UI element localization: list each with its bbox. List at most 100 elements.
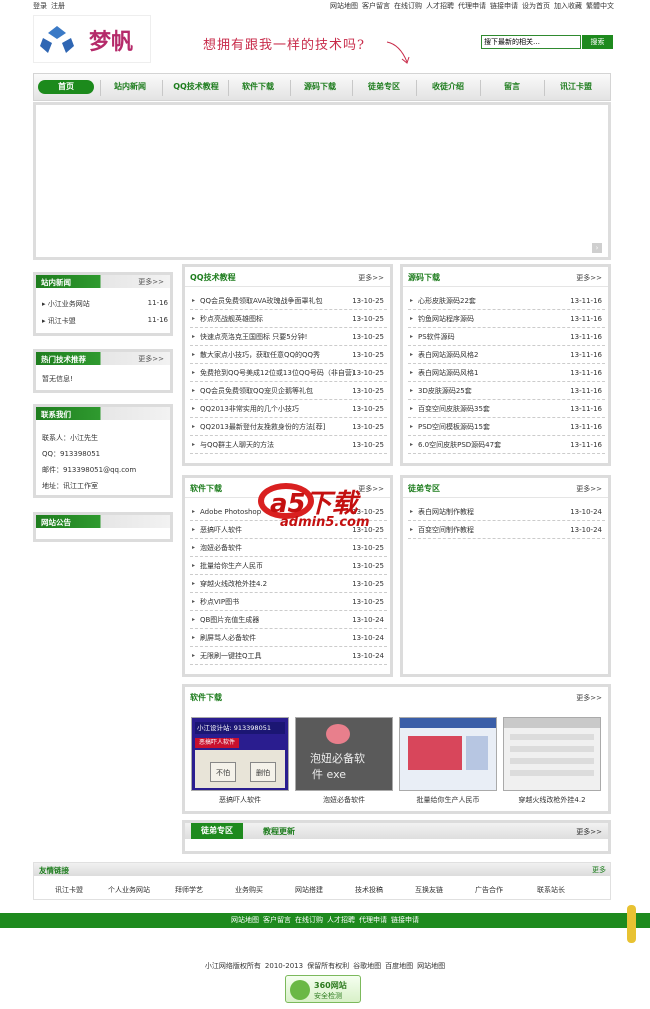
gallery-title: 软件下载 bbox=[190, 693, 222, 702]
top-link-order[interactable]: 在线订购 bbox=[394, 2, 422, 10]
list-item[interactable]: ▸ 3D皮肤源码25套 13-11-16 bbox=[408, 382, 605, 400]
list-item[interactable]: ▸ 钓鱼网站程序源码 13-11-16 bbox=[408, 310, 605, 328]
list-item[interactable]: ▸ 快速点亮洛克王国图标 只要5分钟! 13-10-25 bbox=[190, 328, 387, 346]
footer-link[interactable]: 客户留言 bbox=[263, 916, 291, 924]
list-item[interactable]: ▸ 心形皮肤源码22套 13-11-16 bbox=[408, 292, 605, 310]
side-float-tab[interactable] bbox=[627, 905, 636, 943]
friend-link[interactable]: 个人业务网站 bbox=[100, 885, 158, 895]
item-title: 3D皮肤源码25套 bbox=[418, 387, 472, 395]
top-link-jobs[interactable]: 人才招聘 bbox=[426, 2, 454, 10]
list-item[interactable]: ▸ 与QQ群主人聊天的方法 13-10-25 bbox=[190, 436, 387, 454]
hot-more-link[interactable]: 更多>> bbox=[138, 354, 164, 364]
search-button[interactable]: 搜索 bbox=[582, 35, 613, 49]
list-item[interactable]: ▸ 小江业务网站 11-16 bbox=[42, 299, 168, 309]
nav-card-shop[interactable]: 讯江卡盟 bbox=[548, 81, 604, 92]
list-item[interactable]: ▸ 免费抢到QQ号美成12位或13位QQ号码（非自营） 13-10-25 bbox=[190, 364, 387, 382]
footer-link[interactable]: 代理申请 bbox=[359, 916, 387, 924]
nav-disciple[interactable]: 徒弟专区 bbox=[356, 81, 412, 92]
nav-qq-tutorial[interactable]: QQ技术教程 bbox=[164, 81, 228, 92]
nav-software[interactable]: 软件下载 bbox=[230, 81, 286, 92]
item-title: 无限刷一键挂Q工具 bbox=[200, 652, 262, 660]
banner-next-icon[interactable]: › bbox=[592, 243, 602, 253]
friend-link[interactable]: 网站搭建 bbox=[280, 885, 338, 895]
thumb-prank[interactable]: 小江设计站: 913398051 恶搞吓人软件 不怕 删怕 bbox=[191, 717, 289, 791]
list-item[interactable]: ▸ QQ2013非常实用的几个小技巧 13-10-25 bbox=[190, 400, 387, 418]
thumb-cf[interactable] bbox=[503, 717, 601, 791]
news-more-link[interactable]: 更多>> bbox=[138, 277, 164, 287]
list-item[interactable]: ▸ 批量给你生产人民币 13-10-25 bbox=[190, 557, 387, 575]
list-item[interactable]: ▸ QQ会员免费领取QQ宠贝企鹅等礼包 13-10-25 bbox=[190, 382, 387, 400]
top-link-sethome[interactable]: 设为首页 bbox=[522, 2, 550, 10]
list-item[interactable]: ▸ 6.0空间皮肤PSD源码47套 13-11-16 bbox=[408, 436, 605, 454]
friend-link[interactable]: 业务购买 bbox=[220, 885, 278, 895]
thumb-flirt[interactable]: 泡妞必备软 件 exe bbox=[295, 717, 393, 791]
list-item[interactable]: ▸ 百变空间制作教程 13-10-24 bbox=[408, 521, 605, 539]
list-item[interactable]: ▸ 表白网站源码风格1 13-11-16 bbox=[408, 364, 605, 382]
footer-link[interactable]: 在线订购 bbox=[295, 916, 323, 924]
list-item[interactable]: ▸ QQ2013最新登付友挽救身份的方法[荐] 13-10-25 bbox=[190, 418, 387, 436]
site-logo[interactable]: 梦帆 bbox=[33, 15, 151, 63]
tab-tutorial-update[interactable]: 教程更新 bbox=[263, 826, 295, 837]
google-map-link[interactable]: 谷歌地图 bbox=[353, 962, 381, 970]
footer-nav: 网站地图 客户留言 在线订购 人才招聘 代理申请 链接申请 bbox=[0, 913, 650, 928]
friend-link[interactable]: 互换友链 bbox=[400, 885, 458, 895]
item-title: 表白网站源码风格1 bbox=[418, 369, 479, 377]
tabs-more-link[interactable]: 更多>> bbox=[576, 827, 602, 837]
thumb-caption[interactable]: 泡妞必备软件 bbox=[295, 795, 393, 805]
disciple-more-link[interactable]: 更多>> bbox=[576, 484, 602, 494]
top-link-message[interactable]: 客户留言 bbox=[362, 2, 390, 10]
tab-disciple[interactable]: 徒弟专区 bbox=[191, 823, 243, 839]
list-item[interactable]: ▸ 表白网站源码风格2 13-11-16 bbox=[408, 346, 605, 364]
nav-source[interactable]: 源码下载 bbox=[292, 81, 348, 92]
register-link[interactable]: 注册 bbox=[51, 2, 65, 10]
thumb-caption[interactable]: 恶搞吓人软件 bbox=[191, 795, 289, 805]
baidu-map-link[interactable]: 百度地图 bbox=[385, 962, 413, 970]
top-link-agent[interactable]: 代理申请 bbox=[458, 2, 486, 10]
list-item[interactable]: ▸ 表白网站制作教程 13-10-24 bbox=[408, 503, 605, 521]
nav-divider bbox=[162, 80, 163, 96]
friend-link[interactable]: 讯江卡盟 bbox=[40, 885, 98, 895]
qq-more-link[interactable]: 更多>> bbox=[358, 273, 384, 283]
list-item[interactable]: ▸ 泡妞必备软件 13-10-25 bbox=[190, 539, 387, 557]
bullet-icon: ▸ bbox=[192, 369, 196, 376]
list-item[interactable]: ▸ QQ会员免费领取AVA玫瑰战争面罩礼包 13-10-25 bbox=[190, 292, 387, 310]
list-item[interactable]: ▸ 刷屏骂人必备软件 13-10-24 bbox=[190, 629, 387, 647]
nav-divider bbox=[480, 80, 481, 96]
nav-recruit[interactable]: 收徒介绍 bbox=[420, 81, 476, 92]
list-item[interactable]: ▸ 散大家点小技巧，获取任意QQ的QQ秀 13-10-25 bbox=[190, 346, 387, 364]
top-link-favorite[interactable]: 加入收藏 bbox=[554, 2, 582, 10]
nav-message[interactable]: 留言 bbox=[484, 81, 540, 92]
thumb-caption[interactable]: 穿越火线改枪外挂4.2 bbox=[503, 795, 601, 805]
sitemap-link[interactable]: 网站地图 bbox=[417, 962, 445, 970]
gallery-more-link[interactable]: 更多>> bbox=[576, 693, 602, 703]
thumb-money[interactable] bbox=[399, 717, 497, 791]
item-date: 13-10-24 bbox=[352, 652, 384, 660]
top-link-linkapply[interactable]: 链接申请 bbox=[490, 2, 518, 10]
list-item[interactable]: ▸ QB图片充值生成器 13-10-24 bbox=[190, 611, 387, 629]
friend-links-more[interactable]: 更多 bbox=[592, 865, 606, 875]
list-item[interactable]: ▸ 无限刷一键挂Q工具 13-10-24 bbox=[190, 647, 387, 665]
search-input[interactable] bbox=[481, 35, 581, 49]
friend-link[interactable]: 广告合作 bbox=[460, 885, 518, 895]
footer-link[interactable]: 网站地图 bbox=[231, 916, 259, 924]
list-item[interactable]: ▸ 穿越火线改枪外挂4.2 13-10-25 bbox=[190, 575, 387, 593]
list-item[interactable]: ▸ 秒点亮战舰英雄图标 13-10-25 bbox=[190, 310, 387, 328]
friend-link[interactable]: 拜师学艺 bbox=[160, 885, 218, 895]
top-link-traditional[interactable]: 繁體中文 bbox=[586, 2, 614, 10]
source-more-link[interactable]: 更多>> bbox=[576, 273, 602, 283]
nav-home[interactable]: 首页 bbox=[38, 80, 94, 94]
list-item[interactable]: ▸ 讯江卡盟 11-16 bbox=[42, 316, 168, 326]
list-item[interactable]: ▸ PS软件源码 13-11-16 bbox=[408, 328, 605, 346]
list-item[interactable]: ▸ 秒点VIP图书 13-10-25 bbox=[190, 593, 387, 611]
friend-link[interactable]: 联系站长 bbox=[522, 885, 580, 895]
security-badge[interactable]: 360网站 安全检测 bbox=[285, 975, 361, 1003]
top-link-sitemap[interactable]: 网站地图 bbox=[330, 2, 358, 10]
friend-link[interactable]: 技术投稿 bbox=[340, 885, 398, 895]
nav-news[interactable]: 站内新闻 bbox=[102, 81, 158, 92]
thumb-caption[interactable]: 批量给你生产人民币 bbox=[399, 795, 497, 805]
login-link[interactable]: 登录 bbox=[33, 2, 47, 10]
footer-link[interactable]: 人才招聘 bbox=[327, 916, 355, 924]
list-item[interactable]: ▸ 百变空间皮肤源码35套 13-11-16 bbox=[408, 400, 605, 418]
list-item[interactable]: ▸ PSD空间模板源码15套 13-11-16 bbox=[408, 418, 605, 436]
footer-link[interactable]: 链接申请 bbox=[391, 916, 419, 924]
